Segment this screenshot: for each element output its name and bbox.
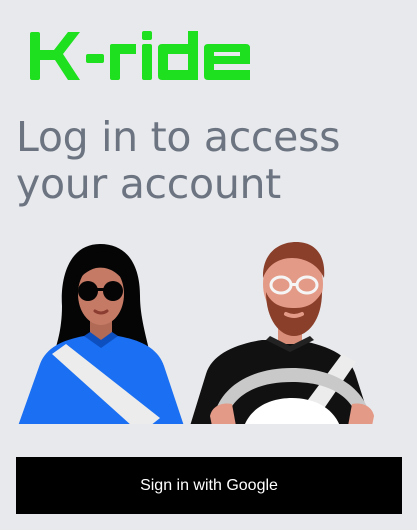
driver-figure xyxy=(190,242,374,426)
riders-illustration xyxy=(0,242,417,426)
passenger-figure xyxy=(18,244,184,426)
google-sign-in-button[interactable]: Sign in with Google xyxy=(16,457,402,514)
page-headline: Log in to access your account xyxy=(16,113,341,208)
k-ride-logo xyxy=(30,31,250,80)
